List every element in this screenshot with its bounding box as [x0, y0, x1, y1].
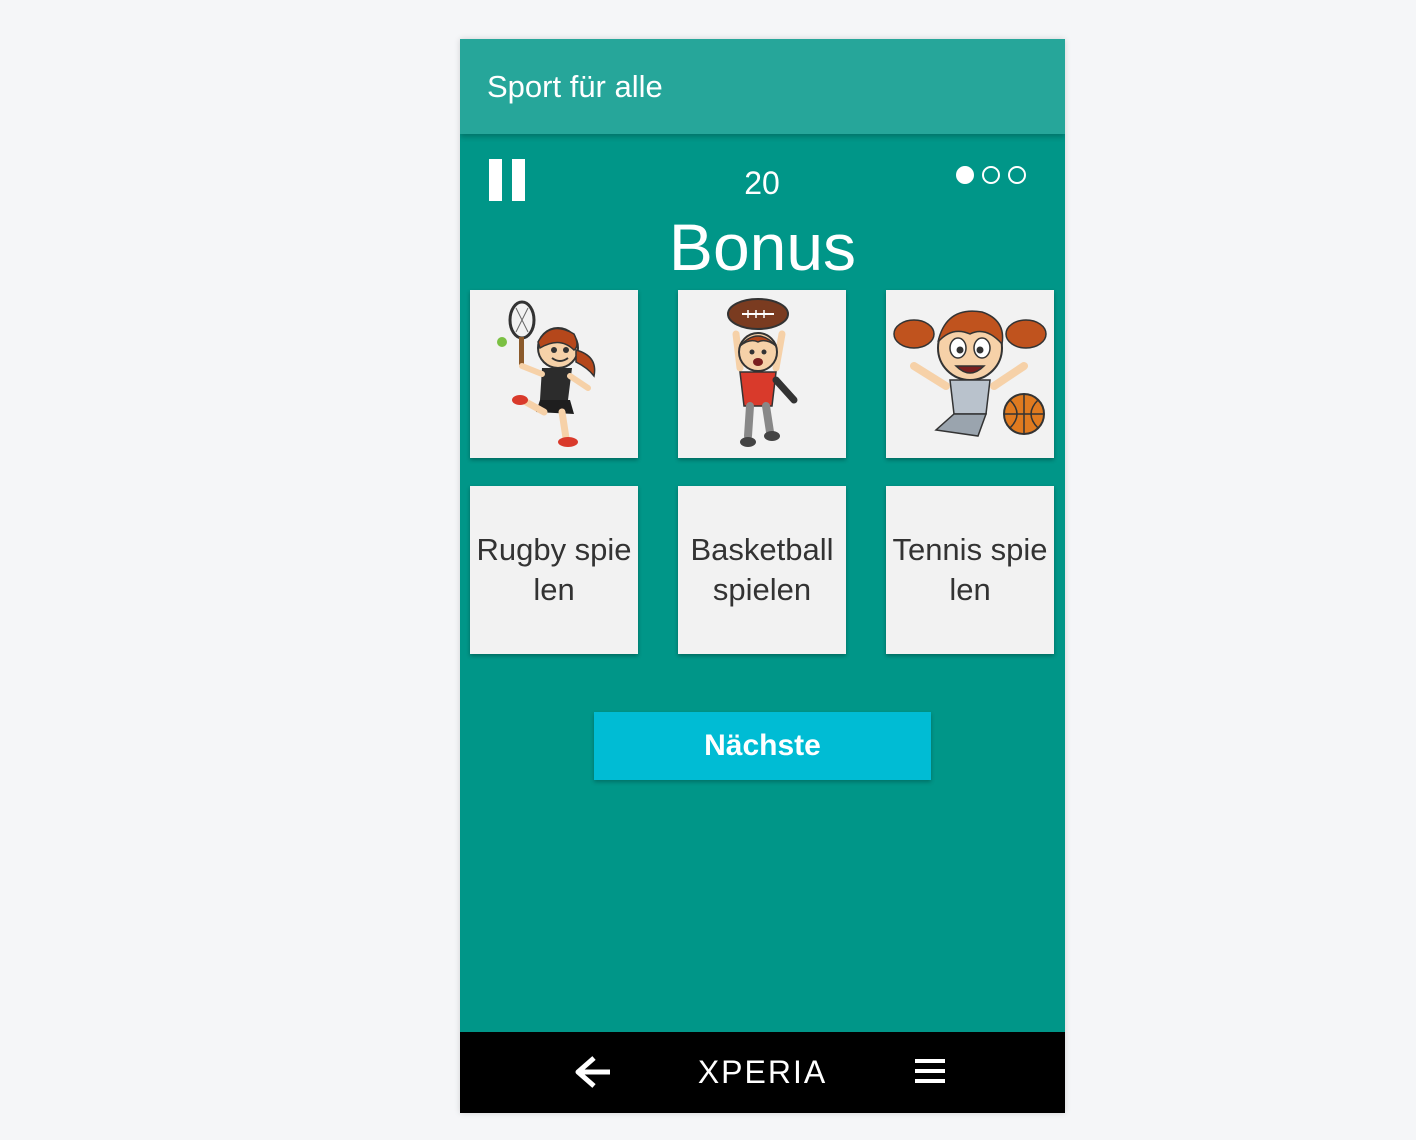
progress-dot-1 — [956, 166, 974, 184]
back-arrow-icon[interactable] — [574, 1054, 614, 1090]
round-heading: Bonus — [668, 210, 857, 284]
menu-icon[interactable] — [915, 1059, 945, 1085]
word-card-label: Rugby spielen — [476, 532, 632, 607]
picture-card-rugby[interactable] — [678, 290, 846, 458]
progress-dot-3 — [1008, 166, 1026, 184]
pause-icon[interactable] — [488, 159, 528, 205]
picture-card-basketball[interactable] — [886, 290, 1054, 458]
word-card-label: Tennis spielen — [892, 532, 1048, 607]
progress-dots — [956, 166, 1026, 190]
word-card-tennis[interactable]: Tennis spielen — [886, 486, 1054, 654]
word-card-rugby[interactable]: Rugby spielen — [470, 486, 638, 654]
rugby-boy-icon — [727, 298, 798, 447]
app-title: Sport für alle — [487, 69, 663, 104]
brand-logo: XPERIA — [697, 1054, 828, 1090]
picture-card-tennis[interactable] — [470, 290, 638, 458]
system-nav-bar: XPERIA — [460, 1032, 1065, 1113]
word-card-label: Basketball spielen — [690, 532, 834, 607]
word-card-basketball[interactable]: Basketball spielen — [678, 486, 846, 654]
phone-screen: Sport für alle 20 Bonus Rugby spielen Ba… — [460, 39, 1065, 1113]
next-button[interactable]: Nächste — [594, 712, 931, 780]
question-counter: 20 — [744, 165, 780, 201]
app-bar: Sport für alle — [460, 39, 1065, 134]
basketball-girl-icon — [893, 310, 1047, 437]
tennis-girl-icon — [497, 300, 596, 447]
progress-dot-2 — [982, 166, 1000, 184]
